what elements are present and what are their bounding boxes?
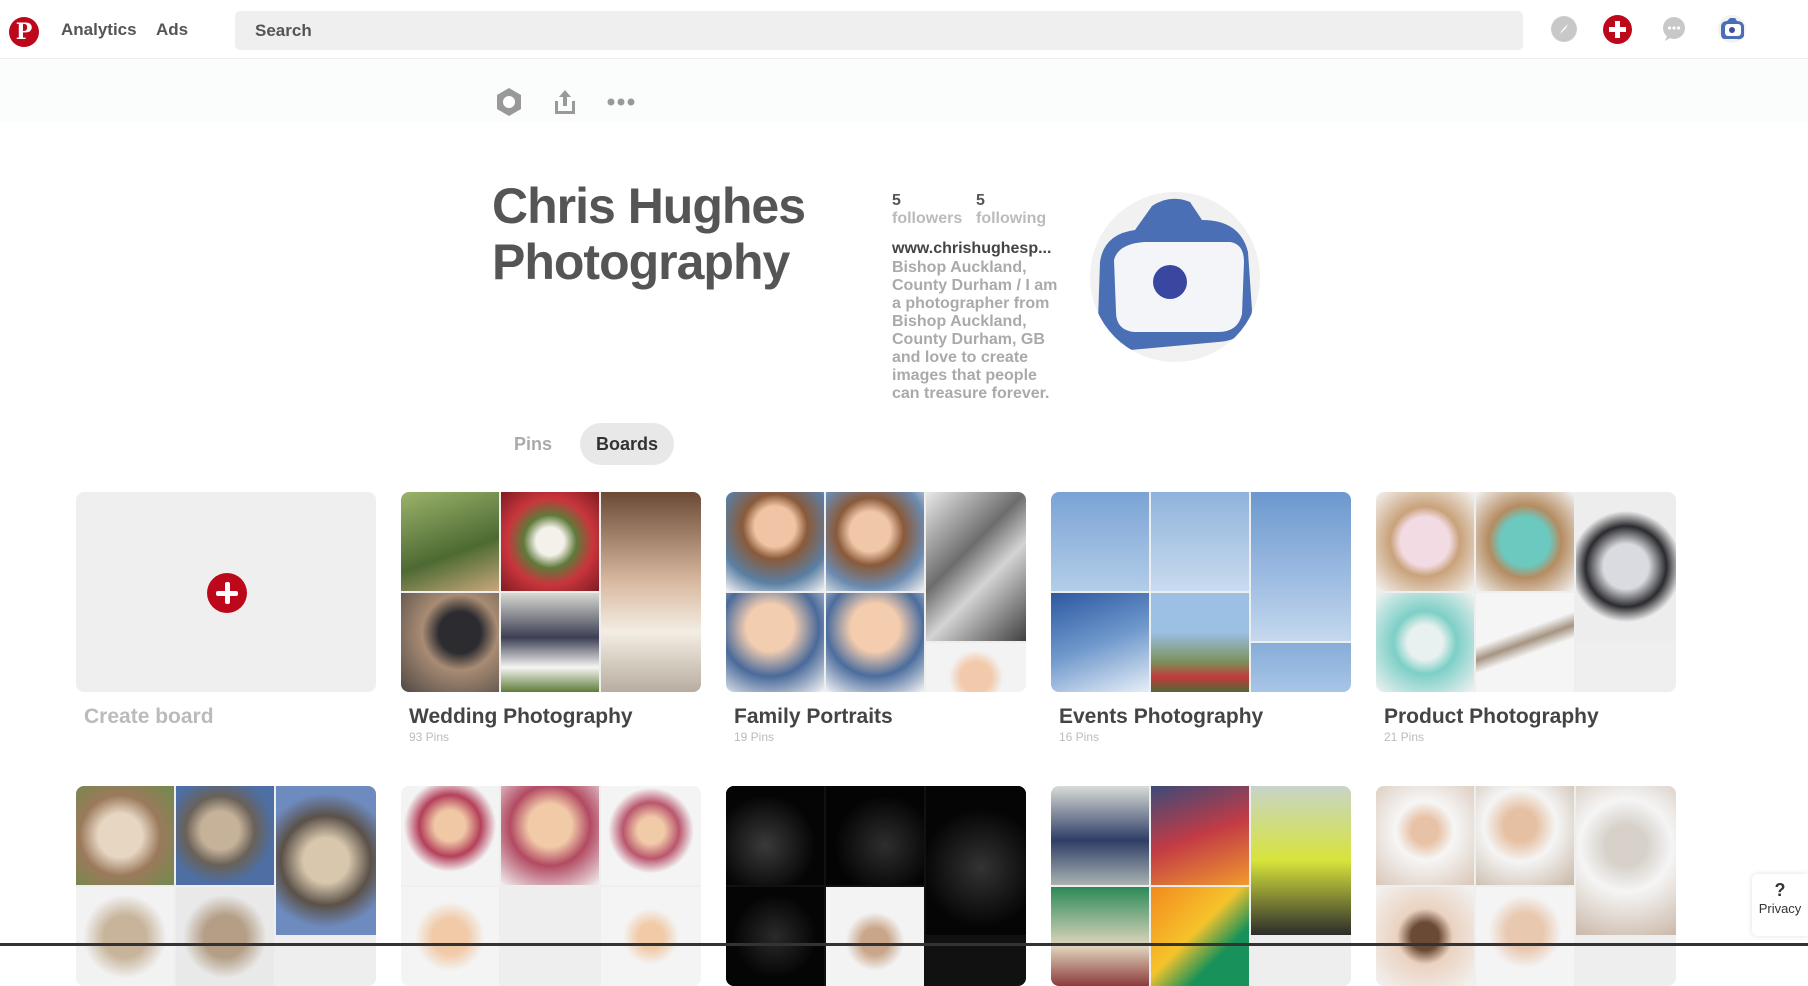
more-options-icon[interactable] [604,85,638,119]
board-card-family[interactable]: Family Portraits 19 Pins [726,492,1026,744]
top-navigation-bar: P Analytics Ads Search [0,0,1808,59]
help-privacy-widget[interactable]: ? Privacy [1752,874,1808,936]
profile-avatar [1090,192,1260,362]
board-title[interactable]: Wedding Photography [409,705,633,729]
board-card-product[interactable]: Product Photography 21 Pins [1376,492,1676,744]
board-card-wedding[interactable]: Wedding Photography 93 Pins [401,492,701,744]
help-icon[interactable]: ? [1752,880,1808,901]
profile-subheader-bar [0,60,1808,122]
board-cover[interactable] [401,492,701,692]
board-title[interactable]: Family Portraits [734,705,893,729]
followers-count: 5 [892,192,901,209]
followers-label: followers [892,210,963,227]
profile-website-link[interactable]: www.chrishughesp... [892,240,1051,258]
profile-avatar-icon[interactable] [1717,14,1747,44]
following-stat[interactable]: 5 following [976,192,1046,228]
search-input[interactable]: Search [235,11,1523,50]
board-pin-count: 16 Pins [1059,730,1100,744]
profile-name-line2: Photography [492,234,790,290]
board-card-children[interactable] [401,786,701,986]
camera-logo-icon [1098,198,1252,350]
tab-pins[interactable]: Pins [498,423,568,465]
board-cover[interactable] [1051,786,1351,986]
tab-boards[interactable]: Boards [580,423,675,465]
board-pin-count: 93 Pins [409,730,450,744]
board-cover[interactable] [726,786,1026,986]
board-card-boudoir[interactable] [1376,786,1676,986]
following-label: following [976,210,1047,227]
create-board-label[interactable]: Create board [84,705,214,729]
board-title[interactable]: Product Photography [1384,705,1599,729]
nav-analytics-link[interactable]: Analytics [61,20,137,40]
board-card-maternity[interactable] [726,786,1026,986]
board-pin-count: 19 Pins [734,730,775,744]
following-count: 5 [976,192,985,209]
board-cover[interactable] [1376,492,1676,692]
profile-bio: Bishop Auckland, County Durham / I am a … [892,259,1058,402]
board-card-pets[interactable] [76,786,376,986]
board-card-commercial[interactable] [1051,786,1351,986]
pinterest-logo-icon[interactable]: P [9,17,39,47]
create-board-cover[interactable] [76,492,376,692]
board-card-events[interactable]: Events Photography 16 Pins [1051,492,1351,744]
nav-ads-link[interactable]: Ads [156,20,188,40]
messages-icon[interactable] [1661,16,1687,42]
board-pin-count: 21 Pins [1384,730,1425,744]
privacy-link[interactable]: Privacy [1759,901,1802,916]
board-title[interactable]: Events Photography [1059,705,1263,729]
board-cover[interactable] [76,786,376,986]
settings-icon[interactable] [492,85,526,119]
profile-name: Chris Hughes Photography [492,178,822,290]
share-icon[interactable] [548,85,582,119]
board-cover[interactable] [1051,492,1351,692]
profile-name-line1: Chris Hughes [492,178,806,234]
followers-stat[interactable]: 5 followers [892,192,962,228]
compass-icon[interactable] [1551,16,1577,42]
board-cover[interactable] [1376,786,1676,986]
add-board-icon[interactable] [207,573,247,613]
create-board-card[interactable]: Create board [76,492,376,742]
add-pin-icon[interactable] [1603,15,1632,44]
board-cover[interactable] [401,786,701,986]
board-cover[interactable] [726,492,1026,692]
